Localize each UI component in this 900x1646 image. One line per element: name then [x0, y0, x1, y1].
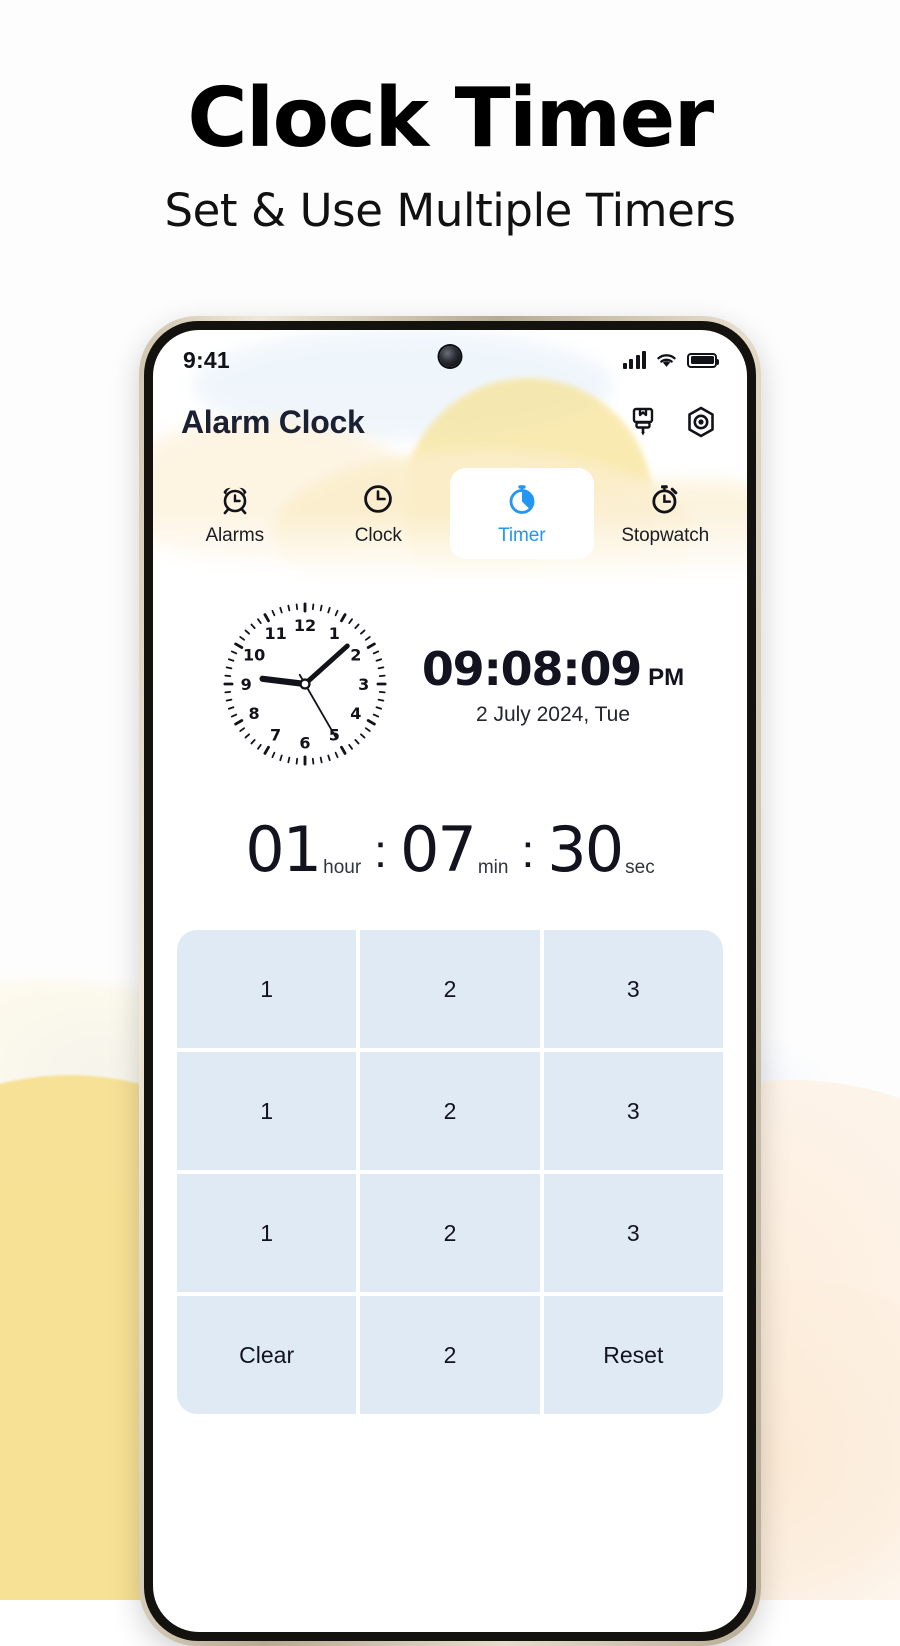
keypad-key-1[interactable]: 1: [177, 930, 357, 1048]
tab-label-stopwatch: Stopwatch: [621, 525, 710, 546]
settings-button[interactable]: [683, 404, 719, 440]
keypad-key-2[interactable]: 2: [360, 930, 540, 1048]
timer-minute-value: 07: [399, 813, 477, 886]
settings-hexagon-icon: [688, 406, 714, 438]
page-title: Clock Timer: [187, 71, 714, 166]
tab-stopwatch[interactable]: Stopwatch: [594, 468, 738, 559]
page-subtitle: Set & Use Multiple Timers: [164, 184, 736, 237]
status-bar: 9:41: [153, 330, 747, 384]
timer-value-row[interactable]: 01 hour : 07 min : 30 sec: [153, 813, 747, 886]
keypad-key-clear[interactable]: Clear: [177, 1296, 357, 1414]
tab-clock[interactable]: Clock: [307, 468, 451, 559]
digital-time-line: 09:08:09 PM: [422, 642, 684, 696]
tab-bar: Alarms Clock Timer Stopwatch: [153, 452, 747, 559]
front-camera-punchhole-icon: [439, 346, 461, 367]
theme-brush-icon: [632, 407, 654, 436]
clock-numeral-6: 6: [299, 734, 310, 753]
timer-second-unit: sec: [625, 857, 655, 878]
timer-minute-unit: min: [477, 857, 509, 878]
timer-hour-value: 01: [245, 813, 322, 886]
digital-date: 2 July 2024, Tue: [475, 702, 631, 726]
digital-time-value: 09:08:09: [421, 641, 642, 696]
status-bar-icons: [622, 351, 719, 369]
timer-separator-2: :: [521, 825, 535, 877]
keypad-key-1[interactable]: 1: [177, 1052, 357, 1170]
keypad-key-2[interactable]: 2: [360, 1174, 540, 1292]
clock-numeral-8: 8: [248, 704, 259, 723]
signal-bars-icon: [622, 351, 646, 369]
clock-numeral-11: 11: [264, 624, 286, 643]
clock-numeral-12: 12: [294, 616, 316, 635]
clock-numeral-9: 9: [241, 675, 252, 694]
timer-hour-segment[interactable]: 01 hour: [245, 813, 361, 886]
timer-icon: [505, 482, 539, 516]
timer-hour-unit: hour: [323, 857, 362, 878]
clock-numeral-4: 4: [350, 704, 361, 723]
clock-numeral-1: 1: [329, 624, 340, 643]
battery-full-icon: [687, 352, 719, 368]
timer-keypad: 1 2 3 1 2 3 1 2 3 Clear 2 Reset: [177, 930, 723, 1414]
timer-second-value: 30: [547, 813, 624, 886]
app-bar: Alarm Clock: [153, 384, 747, 452]
status-bar-time: 9:41: [183, 346, 230, 373]
digital-clock-block: 09:08:09 PM 2 July 2024, Tue: [422, 642, 684, 727]
keypad-key-reset[interactable]: Reset: [543, 1296, 723, 1414]
phone-mockup-frame: 9:41 Alarm Clock Alarms Clock Timer Stop…: [139, 316, 761, 1646]
keypad-key-2[interactable]: 2: [360, 1296, 540, 1414]
clock-numeral-3: 3: [358, 675, 369, 694]
digital-meridiem: PM: [648, 663, 685, 691]
app-title: Alarm Clock: [181, 403, 365, 440]
keypad-key-3[interactable]: 3: [543, 1052, 723, 1170]
app-bar-actions: [625, 404, 719, 440]
clock-row: 121234567891011 09:08:09 PM 2 July 2024,…: [153, 595, 747, 773]
clock-numeral-10: 10: [243, 645, 265, 664]
headline-block: Clock Timer Set & Use Multiple Timers: [0, 0, 900, 236]
analog-clock: 121234567891011: [223, 602, 387, 766]
keypad-key-2[interactable]: 2: [360, 1052, 540, 1170]
tab-label-clock: Clock: [354, 525, 402, 546]
phone-bezel: 9:41 Alarm Clock Alarms Clock Timer Stop…: [144, 321, 756, 1641]
clock-icon: [361, 482, 395, 516]
clock-numeral-2: 2: [350, 645, 361, 664]
tab-label-timer: Timer: [498, 525, 546, 546]
phone-screen: 9:41 Alarm Clock Alarms Clock Timer Stop…: [153, 330, 747, 1632]
keypad-key-3[interactable]: 3: [543, 1174, 723, 1292]
stopwatch-icon: [648, 482, 682, 516]
timer-second-segment[interactable]: 30 sec: [547, 813, 654, 886]
clock-hour-hand: [259, 675, 308, 688]
theme-brush-button[interactable]: [625, 404, 661, 440]
clock-center-pin: [299, 678, 311, 690]
keypad-key-1[interactable]: 1: [177, 1174, 357, 1292]
tab-alarms[interactable]: Alarms: [163, 468, 307, 559]
alarm-clock-icon: [218, 482, 252, 516]
clock-numeral-7: 7: [270, 726, 281, 745]
keypad-key-3[interactable]: 3: [543, 930, 723, 1048]
clock-minute-hand: [302, 643, 350, 687]
timer-minute-segment[interactable]: 07 min: [400, 813, 509, 886]
wifi-icon: [657, 354, 676, 367]
tab-label-alarms: Alarms: [205, 525, 264, 546]
timer-separator-1: :: [374, 825, 387, 877]
tab-timer[interactable]: Timer: [450, 468, 594, 559]
